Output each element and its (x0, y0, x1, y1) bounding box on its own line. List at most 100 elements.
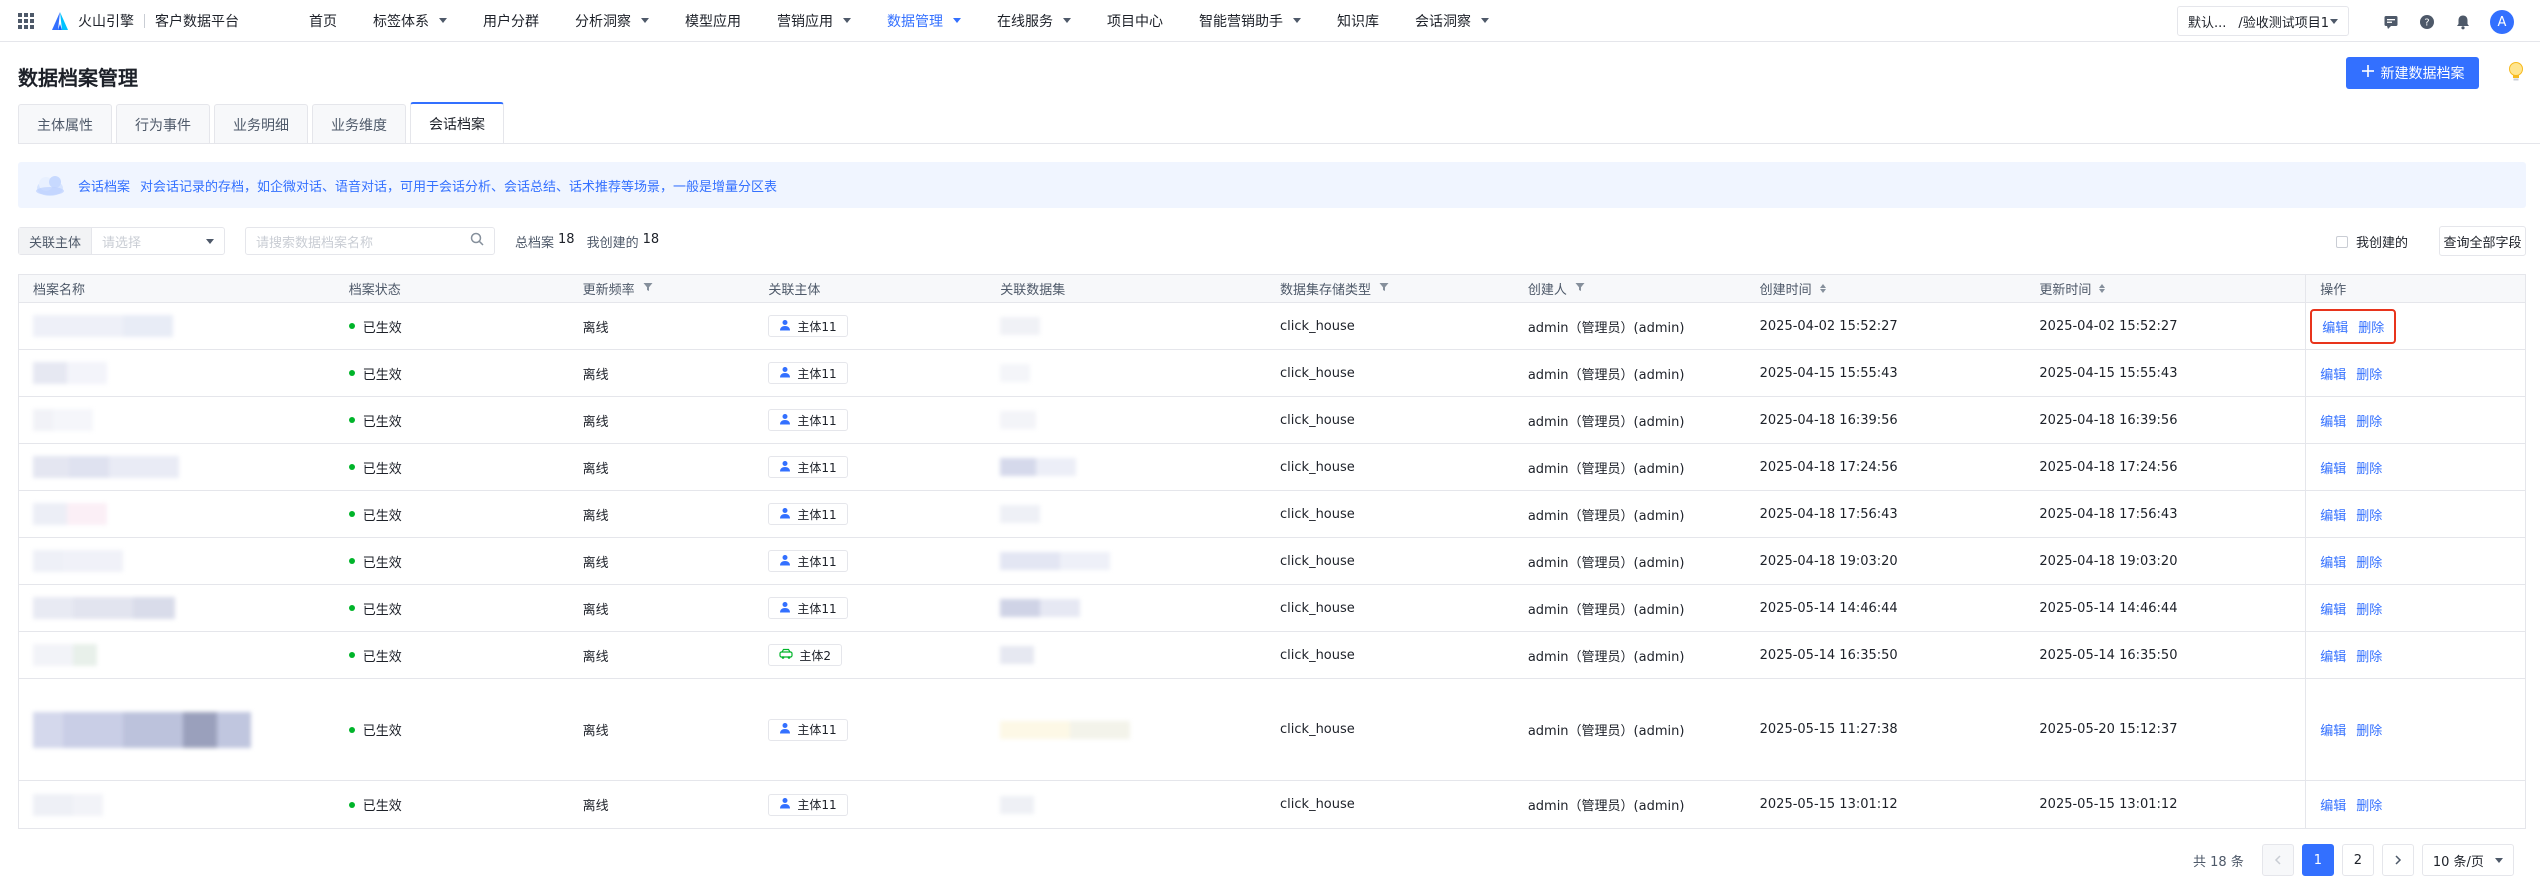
edit-button[interactable]: 编辑 (2320, 458, 2346, 477)
subject-filter-select[interactable]: 请选择 (92, 228, 224, 254)
bell-icon[interactable] (2454, 13, 2472, 31)
nav-item-9[interactable]: 智能营销助手 (1199, 0, 1301, 42)
nav-item-3[interactable]: 分析洞察 (575, 0, 649, 42)
delete-button[interactable]: 删除 (2356, 646, 2382, 665)
linked-dataset[interactable] (986, 397, 1266, 443)
archive-name[interactable] (19, 585, 335, 631)
linked-dataset[interactable] (986, 781, 1266, 828)
linked-dataset[interactable] (986, 491, 1266, 537)
nav-item-6[interactable]: 数据管理 (887, 0, 961, 42)
delete-button[interactable]: 删除 (2356, 505, 2382, 524)
tab-0[interactable]: 主体属性 (18, 104, 112, 144)
archive-name[interactable] (19, 350, 335, 396)
tab-2[interactable]: 业务明细 (214, 104, 308, 144)
filter-icon[interactable] (1575, 281, 1585, 296)
archive-name[interactable] (19, 444, 335, 490)
delete-button[interactable]: 删除 (2356, 795, 2382, 814)
delete-button[interactable]: 删除 (2356, 364, 2382, 383)
nav-item-0[interactable]: 首页 (309, 0, 337, 42)
nav-item-7[interactable]: 在线服务 (997, 0, 1071, 42)
linked-dataset[interactable] (986, 679, 1266, 780)
column-header-label: 创建时间 (1759, 283, 1812, 298)
column-header-0: 档案名称 (19, 275, 335, 302)
delete-button[interactable]: 删除 (2358, 317, 2384, 336)
subject-tag[interactable]: 主体2 (768, 644, 843, 666)
page-size-select[interactable]: 10 条/页 (2421, 844, 2514, 876)
linked-dataset[interactable] (986, 538, 1266, 584)
delete-button[interactable]: 删除 (2356, 720, 2382, 739)
new-archive-button[interactable]: 新建数据档案 (2346, 57, 2479, 89)
subject-tag[interactable]: 主体11 (768, 550, 848, 572)
subject-tag[interactable]: 主体11 (768, 362, 848, 384)
delete-button[interactable]: 删除 (2356, 458, 2382, 477)
archive-name[interactable] (19, 538, 335, 584)
linked-dataset[interactable] (986, 303, 1266, 349)
page-button-2[interactable]: 2 (2341, 844, 2374, 876)
subject-tag[interactable]: 主体11 (768, 409, 848, 431)
subject-tag[interactable]: 主体11 (768, 456, 848, 478)
next-page-button[interactable] (2381, 844, 2414, 876)
linked-dataset[interactable] (986, 350, 1266, 396)
edit-button[interactable]: 编辑 (2320, 720, 2346, 739)
subject-filter[interactable]: 关联主体 请选择 (18, 227, 226, 255)
archive-name[interactable] (19, 303, 335, 349)
nav-item-1[interactable]: 标签体系 (373, 0, 447, 42)
my-created-checkbox[interactable] (2336, 235, 2348, 248)
nav-item-2[interactable]: 用户分群 (483, 0, 539, 42)
nav-item-11[interactable]: 会话洞察 (1415, 0, 1489, 42)
edit-button[interactable]: 编辑 (2322, 317, 2348, 336)
nav-item-8[interactable]: 项目中心 (1107, 0, 1163, 42)
avatar[interactable]: A (2490, 10, 2514, 34)
tab-4[interactable]: 会话档案 (410, 102, 504, 144)
linked-dataset[interactable] (986, 632, 1266, 678)
subject-tag[interactable]: 主体11 (768, 503, 848, 525)
tab-1[interactable]: 行为事件 (116, 104, 210, 144)
sort-icon[interactable] (2099, 284, 2106, 293)
tab-3[interactable]: 业务维度 (312, 104, 406, 144)
linked-dataset[interactable] (986, 444, 1266, 490)
sort-icon[interactable] (1819, 284, 1826, 293)
page-button-1[interactable]: 1 (2301, 844, 2334, 876)
column-header-label: 操作 (2320, 283, 2347, 298)
lightbulb-icon[interactable] (2508, 61, 2524, 87)
archive-name[interactable] (19, 397, 335, 443)
my-created-toggle[interactable]: 我创建的 (2336, 232, 2408, 251)
archive-name[interactable] (19, 491, 335, 537)
filter-icon[interactable] (643, 281, 653, 296)
actions-group: 编辑 删除 (2320, 505, 2382, 524)
subject-tag[interactable]: 主体11 (768, 793, 848, 816)
query-all-fields-button[interactable]: 查询全部字段 (2439, 226, 2526, 256)
edit-button[interactable]: 编辑 (2320, 552, 2346, 571)
message-icon[interactable] (2382, 13, 2400, 31)
delete-button[interactable]: 删除 (2356, 599, 2382, 618)
edit-button[interactable]: 编辑 (2320, 646, 2346, 665)
nav-item-4[interactable]: 模型应用 (685, 0, 741, 42)
creator: admin（管理员）(admin) (1527, 508, 1685, 524)
edit-button[interactable]: 编辑 (2320, 795, 2346, 814)
app-grid-icon[interactable] (18, 12, 34, 29)
delete-button[interactable]: 删除 (2356, 411, 2382, 430)
nav-item-10[interactable]: 知识库 (1337, 0, 1379, 42)
archive-name[interactable] (19, 632, 335, 678)
search-input[interactable]: 请搜索数据档案名称 (245, 227, 496, 255)
nav-item-5[interactable]: 营销应用 (777, 0, 851, 42)
delete-button[interactable]: 删除 (2356, 552, 2382, 571)
linked-subject: 主体11 (754, 350, 986, 396)
linked-dataset[interactable] (986, 585, 1266, 631)
filter-icon[interactable] (1379, 281, 1389, 296)
subject-tag[interactable]: 主体11 (768, 597, 848, 619)
logo[interactable]: 火山引擎 客户数据平台 (50, 10, 239, 32)
edit-button[interactable]: 编辑 (2320, 411, 2346, 430)
edit-button[interactable]: 编辑 (2320, 505, 2346, 524)
subject-tag[interactable]: 主体11 (768, 718, 848, 741)
created-time: 2025-04-18 17:24:56 (1759, 459, 1898, 475)
search-icon[interactable] (470, 232, 484, 250)
project-selector[interactable]: 默认... /验收测试项目1 (2177, 6, 2349, 36)
edit-button[interactable]: 编辑 (2320, 364, 2346, 383)
archive-name[interactable] (19, 679, 335, 780)
edit-button[interactable]: 编辑 (2320, 599, 2346, 618)
subject-tag[interactable]: 主体11 (768, 315, 848, 337)
help-icon[interactable]: ? (2418, 13, 2436, 31)
prev-page-button[interactable] (2261, 844, 2294, 876)
archive-name[interactable] (19, 781, 335, 828)
